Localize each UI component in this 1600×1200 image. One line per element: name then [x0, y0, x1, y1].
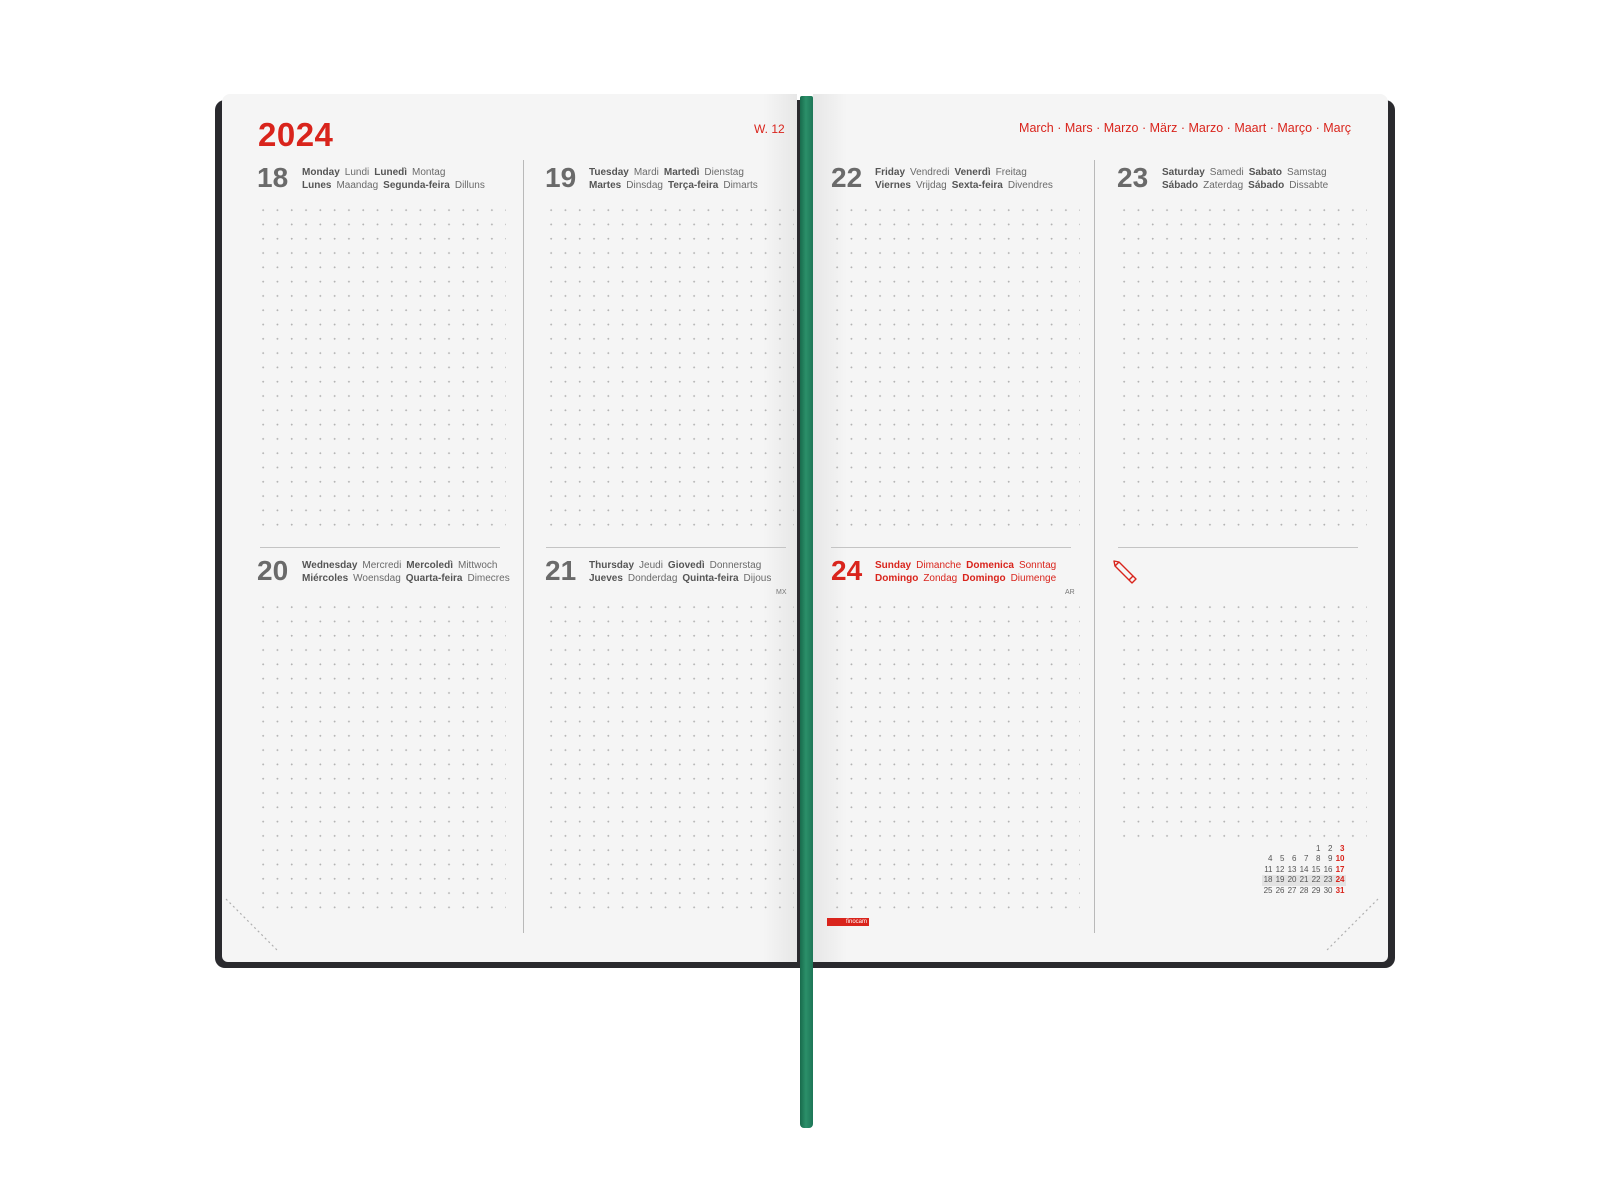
mini-calendar-day: 7 [1304, 854, 1309, 864]
mini-calendar-day [1298, 844, 1310, 854]
day-labels: Saturday Samedi Sabato Samstag Sábado Zaterd… [1162, 167, 1329, 191]
planner-scene: 2024 W. 12 March · Mars · Marzo · März ·… [0, 0, 1600, 1200]
mini-calendar-day: 17 [1335, 864, 1345, 874]
mini-calendar-day: 2 [1328, 844, 1333, 853]
dot-grid-monday [256, 203, 506, 533]
mini-calendar-day: 26 [1275, 885, 1285, 895]
dot-grid-friday [830, 203, 1080, 533]
mini-calendar-day [1262, 844, 1274, 854]
row-divider [260, 547, 500, 548]
day-number: 19 [545, 162, 577, 193]
mini-calendar-day: 5 [1280, 854, 1285, 864]
day-number: 21 [545, 555, 577, 586]
mini-calendar-row: 4 5 6 7 8 9 10 [1262, 854, 1346, 864]
mini-calendar-day: 12 [1275, 864, 1285, 874]
day-labels: Monday Lundi Lunedì Montag Lunes Maandag Segu… [302, 167, 485, 191]
mini-calendar-day: 23 [1322, 875, 1334, 886]
row-divider [831, 547, 1071, 548]
day-number: 18 [257, 162, 289, 193]
mini-calendar-day: 16 [1323, 864, 1333, 874]
dot-grid-thursday [544, 600, 794, 920]
week-number: W. 12 [754, 122, 785, 136]
mini-calendar-day: 6 [1292, 854, 1297, 864]
mini-calendar-day: 18 [1262, 875, 1274, 886]
mini-calendar-day: 20 [1286, 875, 1298, 886]
column-divider [1094, 160, 1095, 933]
mini-calendar-day: 21 [1298, 875, 1310, 886]
row-divider [546, 547, 786, 548]
mini-calendar-day: 10 [1335, 854, 1345, 864]
corner-elastic-left [225, 898, 279, 952]
holiday-region-tag: AR [1065, 589, 1075, 596]
holiday-region-tag: MX [776, 589, 787, 596]
day-number: 23 [1117, 162, 1149, 193]
day-labels: Thursday Jeudi Giovedì Donnerstag Jueves Don… [589, 560, 772, 584]
mini-calendar-day: 15 [1311, 864, 1321, 874]
day-number: 20 [257, 555, 289, 586]
mini-calendar-day: 14 [1299, 864, 1309, 874]
mini-calendar-current-week: 18 19 20 21 22 23 24 [1262, 875, 1346, 886]
pencil-icon [1113, 560, 1137, 584]
day-labels: Tuesday Mardi Martedì Dienstag Martes Dinsda… [589, 167, 758, 191]
mini-calendar-day: 9 [1328, 854, 1333, 864]
mini-month-calendar: 123 4 5 6 7 8 9 10 11 12 13 14 15 16 17 18 19 20 21 22 23… [1262, 844, 1346, 896]
mini-calendar-day: 29 [1311, 885, 1321, 895]
mini-calendar-day: 4 [1268, 854, 1273, 864]
dot-grid-notes [1117, 600, 1367, 845]
corner-elastic-right [1325, 898, 1379, 952]
mini-calendar-day [1274, 844, 1286, 854]
dot-grid-wednesday [256, 600, 506, 920]
mini-calendar-day: 22 [1310, 875, 1322, 886]
mini-calendar-day: 24 [1334, 875, 1346, 886]
mini-calendar-day: 19 [1274, 875, 1286, 886]
ribbon-bookmark [800, 96, 813, 1128]
day-labels: Sunday Dimanche Domenica Sonntag Domingo Zon… [875, 560, 1057, 584]
dot-grid-tuesday [544, 203, 794, 533]
mini-calendar-row: 123 [1262, 844, 1346, 854]
mini-calendar-day: 3 [1340, 844, 1345, 853]
column-divider [523, 160, 524, 933]
mini-calendar-day: 13 [1287, 864, 1297, 874]
day-number: 22 [831, 162, 863, 193]
brand-logo: finocam [827, 918, 869, 926]
mini-calendar-row: 11 12 13 14 15 16 17 [1262, 865, 1346, 875]
dot-grid-saturday [1117, 203, 1367, 533]
day-labels: Friday Vendredi Venerdì Freitag Viernes Vrij… [875, 167, 1053, 191]
mini-calendar-day: 25 [1263, 885, 1273, 895]
mini-calendar-day: 11 [1264, 864, 1273, 874]
mini-calendar-day: 8 [1316, 854, 1321, 864]
dot-grid-sunday [830, 600, 1080, 920]
year-heading: 2024 [258, 116, 334, 153]
row-divider [1118, 547, 1358, 548]
mini-calendar-day: 28 [1299, 885, 1309, 895]
day-number: 24 [831, 555, 863, 586]
mini-calendar-day: 1 [1316, 844, 1321, 853]
day-labels: Wednesday Mercredi Mercoledì Mittwoch Miérc… [302, 560, 510, 584]
mini-calendar-day [1286, 844, 1298, 854]
month-names: March · Mars · Marzo · März · Marzo · Ma… [1019, 121, 1351, 135]
mini-calendar-day: 27 [1287, 885, 1297, 895]
